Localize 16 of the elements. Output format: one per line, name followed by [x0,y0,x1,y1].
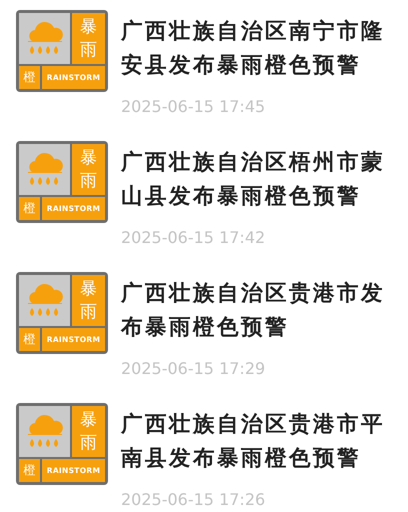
alert-title[interactable]: 广西壮族自治区南宁市隆安县发布暴雨橙色预警 [121,15,393,83]
badge-type-label: 暴雨 [72,406,105,457]
alert-time: 2025-06-15 17:29 [121,359,266,378]
badge-level-label: 橙 [19,66,40,89]
alert-title[interactable]: 广西壮族自治区贵港市平南县发布暴雨橙色预警 [121,408,393,476]
alert-time: 2025-06-15 17:45 [121,97,266,116]
alert-title[interactable]: 广西壮族自治区贵港市发布暴雨橙色预警 [121,277,393,345]
alert-time: 2025-06-15 17:26 [121,490,266,509]
alert-time: 2025-06-15 17:42 [121,228,266,247]
alert-title[interactable]: 广西壮族自治区梧州市蒙山县发布暴雨橙色预警 [121,146,393,214]
badge-type-label: 暴雨 [72,144,105,195]
badge-level-label: 橙 [19,328,40,351]
badge-level-label: 橙 [19,459,40,482]
badge-type-label: 暴雨 [72,275,105,326]
badge-type-label: 暴雨 [72,13,105,64]
badge-level-label: 橙 [19,197,40,220]
